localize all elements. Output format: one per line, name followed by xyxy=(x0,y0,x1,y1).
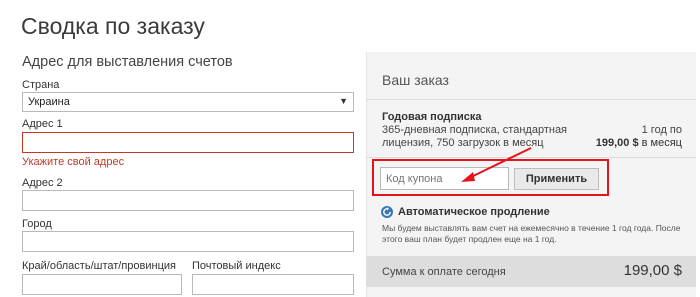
city-field[interactable] xyxy=(22,231,354,252)
order-title: Ваш заказ xyxy=(382,72,449,88)
total-label: Сумма к оплате сегодня xyxy=(382,266,506,278)
plan-name: Годовая подписка xyxy=(382,111,482,123)
country-select[interactable]: Украина ▼ xyxy=(22,92,354,112)
address1-label: Адрес 1 xyxy=(22,118,63,130)
postal-code-field[interactable] xyxy=(192,274,354,295)
auto-renew-text: Мы будем выставлять вам счет на ежемесяч… xyxy=(382,223,681,244)
page-title: Сводка по заказу xyxy=(21,13,205,39)
billing-section-title: Адрес для выставления счетов xyxy=(22,54,233,70)
arrow-annotation-icon xyxy=(461,147,532,182)
plan-period: 1 год по xyxy=(641,124,682,136)
address1-error-text: Укажите свой адрес xyxy=(22,156,125,168)
country-label: Страна xyxy=(22,79,60,91)
address2-field[interactable] xyxy=(22,190,354,211)
address2-label: Адрес 2 xyxy=(22,177,63,189)
plan-price-amount: 199,00 $ xyxy=(595,137,639,149)
city-label: Город xyxy=(22,218,52,230)
country-select-value: Украина xyxy=(28,96,70,108)
postal-code-label: Почтовый индекс xyxy=(192,260,281,272)
region-field[interactable] xyxy=(22,274,182,295)
order-divider-top xyxy=(366,99,696,100)
region-label: Край/область/штат/провинция xyxy=(22,260,176,272)
caret-down-icon: ▼ xyxy=(339,96,348,106)
plan-price-suffix: в месяц xyxy=(638,137,682,149)
total-amount: 199,00 $ xyxy=(623,262,682,279)
plan-price: 199,00 $ в месяц xyxy=(596,137,682,149)
refresh-icon xyxy=(381,206,393,218)
address1-field[interactable] xyxy=(22,132,354,153)
auto-renew-title: Автоматическое продление xyxy=(398,206,550,218)
